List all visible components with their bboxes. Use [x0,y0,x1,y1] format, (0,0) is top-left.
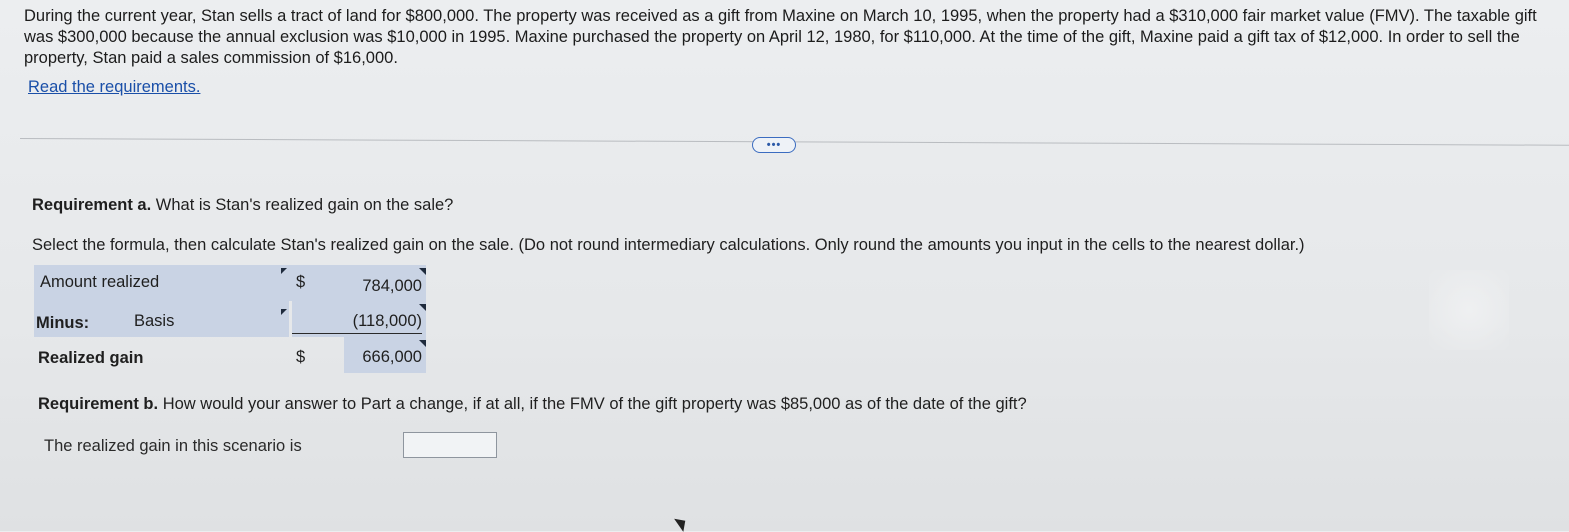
scenario-gain-input[interactable] [403,432,497,458]
input-indicator-icon [419,304,426,311]
subtotal-underline [292,333,422,334]
currency-sign: $ [296,348,306,366]
table-row-basis: Minus: Basis (118,000) [34,301,426,337]
realized-gain-label: Realized gain [38,349,144,367]
requirement-b-label: Requirement b. [38,395,159,413]
more-options-button[interactable]: ••• [752,137,796,153]
scenario-label: The realized gain in this scenario is [44,437,302,455]
requirement-b-heading: Requirement b. How would your answer to … [38,395,1027,414]
requirement-a-heading: Requirement a. What is Stan's realized g… [32,196,453,215]
basis-input[interactable]: (118,000) [353,312,422,331]
amount-realized-input[interactable]: 784,000 [362,277,422,296]
requirement-a-label: Requirement a. [32,196,152,214]
requirement-a-instruction: Select the formula, then calculate Stan'… [32,236,1305,254]
screen-glare [1429,270,1509,350]
realized-gain-table: Amount realized $ 784,000 Minus: Basis (… [34,265,426,373]
input-indicator-icon [419,340,426,347]
table-row-amount-realized: Amount realized $ 784,000 [34,265,426,301]
mouse-cursor-icon [674,514,690,532]
input-indicator-icon [419,268,426,275]
problem-statement: During the current year, Stan sells a tr… [24,7,1537,67]
realized-gain-input[interactable]: 666,000 [362,348,422,367]
table-row-realized-gain: Realized gain $ 666,000 [34,337,426,373]
dropdown-indicator-icon [281,309,287,315]
currency-sign: $ [296,273,306,291]
amount-realized-select[interactable]: Amount realized [40,273,159,292]
requirement-b-question: How would your answer to Part a change, … [158,395,1027,413]
minus-label: Minus: [36,314,90,332]
requirement-a-question: What is Stan's realized gain on the sale… [151,196,454,214]
dropdown-indicator-icon [281,268,287,274]
read-requirements-link[interactable]: Read the requirements. [28,78,200,97]
basis-select[interactable]: Basis [134,312,174,331]
